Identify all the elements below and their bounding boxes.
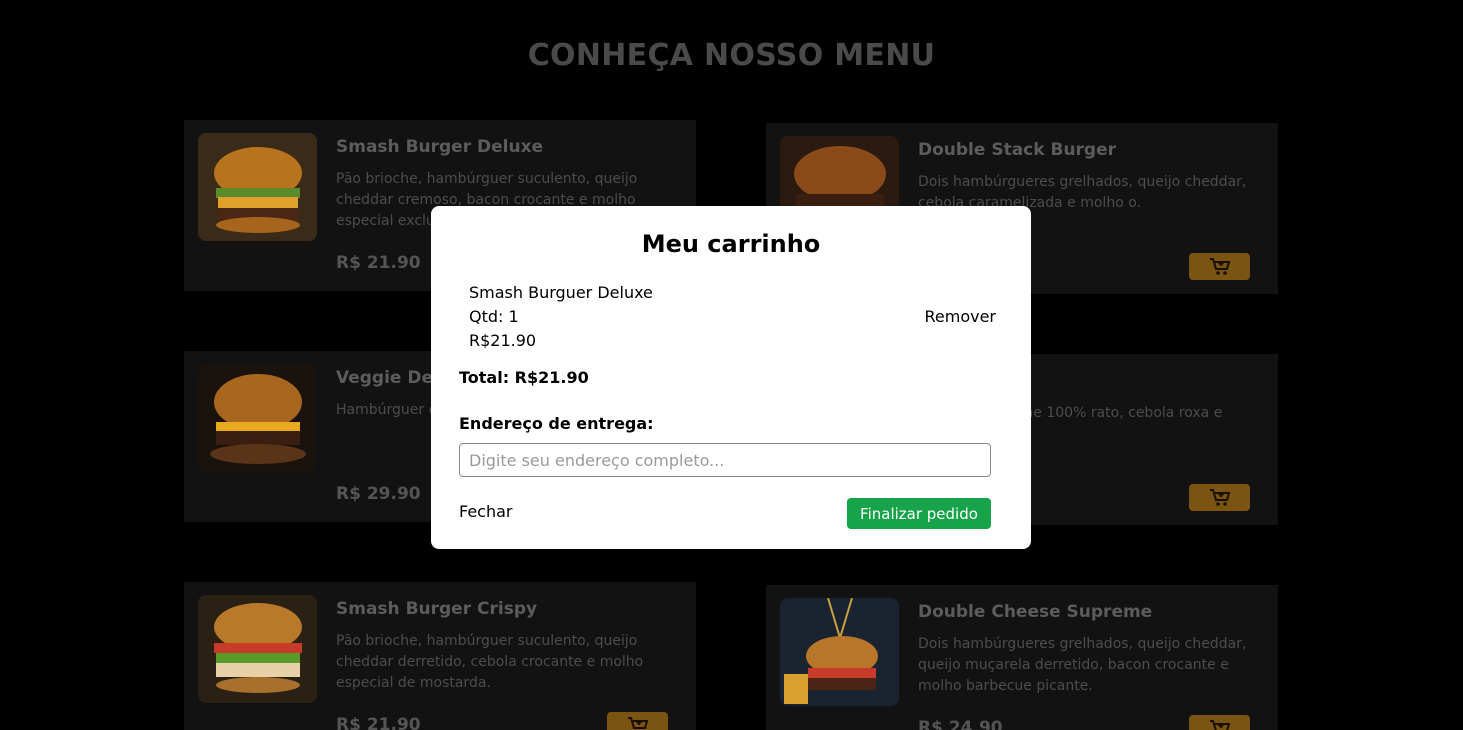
product-price: R$ 24.90: [918, 718, 1003, 730]
address-input[interactable]: [459, 443, 991, 477]
add-to-cart-button[interactable]: [1189, 715, 1250, 730]
burger-photo: [198, 133, 317, 241]
burger-photo: [780, 598, 899, 706]
product-price: R$ 29.90: [336, 484, 421, 504]
cart-modal: Meu carrinho Smash Burguer Deluxe Qtd: 1…: [431, 206, 1031, 549]
product-name: Double Cheese Supreme: [918, 602, 1153, 622]
product-name: Smash Burger Crispy: [336, 599, 538, 619]
product-card: Smash Burger Crispy Pão brioche, hambúrg…: [184, 582, 696, 730]
cart-plus-icon: [1209, 719, 1230, 730]
burger-photo: [198, 595, 317, 703]
finish-order-button[interactable]: Finalizar pedido: [847, 498, 991, 529]
add-to-cart-button[interactable]: [607, 712, 668, 730]
product-card: Double Cheese Supreme Dois hambúrgueres …: [766, 585, 1278, 730]
product-description: Dois hambúrgueres grelhados, queijo ched…: [918, 636, 1247, 694]
cart-plus-icon: [1209, 257, 1230, 275]
product-price: R$ 21.90: [336, 253, 421, 273]
address-label: Endereço de entrega:: [459, 414, 654, 433]
cart-item-quantity: Qtd: 1: [469, 307, 519, 326]
add-to-cart-button[interactable]: [1189, 253, 1250, 280]
modal-title: Meu carrinho: [641, 230, 821, 258]
add-to-cart-button[interactable]: [1189, 484, 1250, 511]
cart-plus-icon: [627, 716, 648, 730]
product-name: Double Stack Burger: [918, 140, 1117, 160]
cart-item-name: Smash Burguer Deluxe: [469, 283, 653, 302]
product-name: Veggie Deli: [336, 368, 445, 388]
product-description: Pão brioche, hambúrguer suculento, queij…: [336, 633, 644, 691]
remove-item-button[interactable]: Remover: [924, 307, 996, 326]
menu-title: CONHEÇA NOSSO MENU: [527, 38, 936, 73]
burger-photo: [198, 364, 317, 472]
cart-total: Total: R$21.90: [459, 368, 589, 387]
product-name: Smash Burger Deluxe: [336, 137, 544, 157]
cart-item-price: R$21.90: [469, 331, 537, 350]
product-price: R$ 21.90: [336, 715, 421, 730]
close-button[interactable]: Fechar: [459, 502, 513, 521]
cart-plus-icon: [1209, 488, 1230, 506]
